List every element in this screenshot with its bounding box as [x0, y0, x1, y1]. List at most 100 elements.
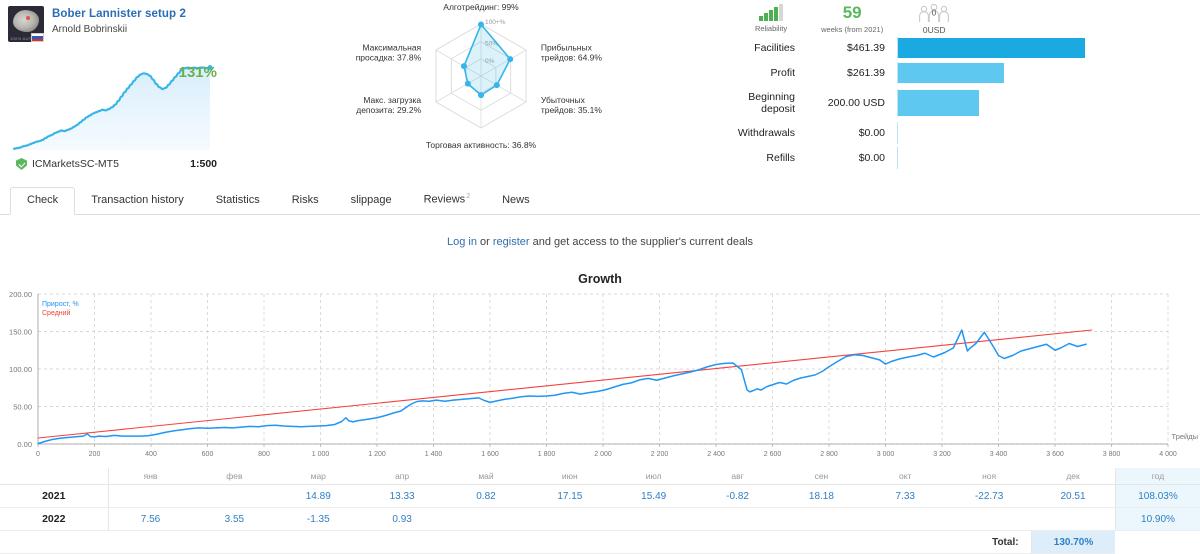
weeks-label: weeks (from 2021): [821, 25, 884, 34]
svg-text:1 600: 1 600: [481, 451, 499, 458]
table-column-header: янв: [107, 468, 193, 485]
table-column-header: май: [444, 468, 528, 485]
table-cell: 7.33: [863, 484, 948, 508]
tab-news[interactable]: News: [486, 188, 546, 214]
reliability-bar: [769, 10, 773, 21]
table-column-header: авг: [695, 468, 780, 485]
svg-text:150.00: 150.00: [9, 328, 32, 337]
stat-value: $0.00: [858, 152, 885, 164]
svg-text:100.00: 100.00: [9, 365, 32, 374]
svg-text:100+%: 100+%: [485, 19, 506, 26]
weeks-badge: 59 weeks (from 2021): [821, 4, 884, 35]
tab-label: slippage: [350, 194, 392, 206]
signal-author[interactable]: Arnold Bobrinskii: [52, 24, 186, 36]
leverage-value: 1:500: [190, 158, 217, 170]
svg-text:2 400: 2 400: [707, 451, 725, 458]
broker-info: ICMarketsSC-MT5: [16, 158, 119, 170]
stat-bar: [898, 63, 1004, 83]
table-cell: -1.35: [276, 507, 361, 531]
tab-check[interactable]: Check: [10, 187, 76, 215]
table-column-header: сен: [779, 468, 864, 485]
tab-transaction-history[interactable]: Transaction history: [75, 188, 200, 214]
svg-text:2 000: 2 000: [594, 451, 612, 458]
mini-growth-chart: 131%: [8, 56, 223, 156]
tab-risks[interactable]: Risks: [276, 188, 335, 214]
svg-text:1 200: 1 200: [368, 451, 386, 458]
table-cell: 14.89: [276, 484, 361, 508]
stat-bar-track: [897, 147, 1195, 169]
avatar-image: [13, 10, 39, 32]
stat-row: Profit $261.39: [690, 61, 1195, 85]
growth-percent: 131%: [178, 64, 217, 81]
table-cell: [527, 507, 612, 531]
table-column-header: окт: [863, 468, 948, 485]
table-cell: 15.49: [611, 484, 696, 508]
svg-text:Убыточных: Убыточных: [541, 95, 586, 105]
tab-statistics[interactable]: Statistics: [200, 188, 276, 214]
table-column-header: июн: [527, 468, 612, 485]
broker-name: ICMarketsSC-MT5: [32, 158, 119, 170]
svg-text:депозита: 29.2%: депозита: 29.2%: [356, 105, 421, 115]
table-cell: [695, 507, 780, 531]
total-label: Total:: [0, 530, 1032, 554]
table-year-label: 2021: [0, 484, 109, 508]
table-row: 2021 14.89 13.33 0.82 17.15 15.49 -0.82 18.18 7.…: [0, 484, 1200, 508]
svg-text:3 600: 3 600: [1046, 451, 1064, 458]
table-column-header: апр: [360, 468, 445, 485]
svg-text:Прирост, %: Прирост, %: [42, 301, 79, 308]
table-column-header: [0, 468, 109, 485]
stat-row: Withdrawals $0.00: [690, 121, 1195, 145]
svg-text:Макс. загрузка: Макс. загрузка: [363, 95, 421, 105]
table-row: 2022 7.56 3.55 -1.35 0.93 10.90%: [0, 507, 1200, 531]
people-icon: 0: [917, 4, 951, 23]
subscribers-count: 0: [932, 9, 937, 18]
radar-svg: 100+%50%0%Алготрейдинг: 99%Прибыльныхтре…: [356, 2, 603, 150]
reliability-bar: [774, 7, 778, 21]
stat-bar-track: [897, 122, 1195, 144]
table-cell: 18.18: [779, 484, 864, 508]
subscribers-label: 0USD: [922, 25, 946, 35]
table-cell: -22.73: [947, 484, 1032, 508]
login-link[interactable]: Log in: [447, 236, 477, 248]
signal-page: 100% AUTO-TRADING Bober Lannister setup …: [0, 0, 1200, 554]
table-cell: -0.82: [695, 484, 780, 508]
total-value: 130.70%: [1030, 530, 1116, 554]
table-year-total: 108.03%: [1114, 484, 1200, 508]
signal-name[interactable]: Bober Lannister setup 2: [52, 7, 186, 21]
table-cell: 0.93: [360, 507, 445, 531]
svg-text:400: 400: [145, 451, 157, 458]
table-column-header: ноя: [947, 468, 1032, 485]
svg-text:0.00: 0.00: [17, 440, 32, 449]
login-or: or: [476, 236, 493, 248]
table-column-header: дек: [1031, 468, 1116, 485]
svg-text:1 400: 1 400: [425, 451, 443, 458]
svg-text:0: 0: [36, 451, 40, 458]
table-cell: [947, 507, 1032, 531]
table-cell: 0.82: [444, 484, 528, 508]
stat-label: Profit: [770, 67, 795, 79]
table-cell: [444, 507, 528, 531]
svg-text:трейдов: 64.9%: трейдов: 64.9%: [541, 53, 603, 63]
svg-text:2 600: 2 600: [764, 451, 782, 458]
tab-reviews[interactable]: Reviews2: [408, 184, 486, 214]
table-cell: [863, 507, 948, 531]
svg-text:3 400: 3 400: [990, 451, 1008, 458]
table-cell: 7.56: [107, 507, 193, 531]
growth-chart-title: Growth: [578, 272, 622, 286]
table-cell: [1031, 507, 1116, 531]
svg-text:2 800: 2 800: [820, 451, 838, 458]
tab-label: Transaction history: [91, 194, 184, 206]
svg-text:3 000: 3 000: [877, 451, 895, 458]
account-stats: Reliability 59 weeks (from 2021) 0 0USD …: [690, 4, 1195, 170]
reliability-label: Reliability: [755, 24, 788, 33]
signal-header: 100% AUTO-TRADING Bober Lannister setup …: [8, 6, 223, 42]
stats-rows: Facilities $461.39 Profit $261.39 Beginning d…: [690, 36, 1195, 170]
svg-text:Торговая активность: 36.8%: Торговая активность: 36.8%: [426, 140, 537, 150]
svg-text:4 000: 4 000: [1159, 451, 1177, 458]
table-cell: [107, 484, 193, 508]
register-link[interactable]: register: [493, 236, 530, 248]
table-column-header: год: [1114, 468, 1200, 485]
stat-row: Facilities $461.39: [690, 36, 1195, 60]
tab-slippage[interactable]: slippage: [335, 188, 408, 214]
svg-text:Прибыльных: Прибыльных: [541, 43, 593, 53]
